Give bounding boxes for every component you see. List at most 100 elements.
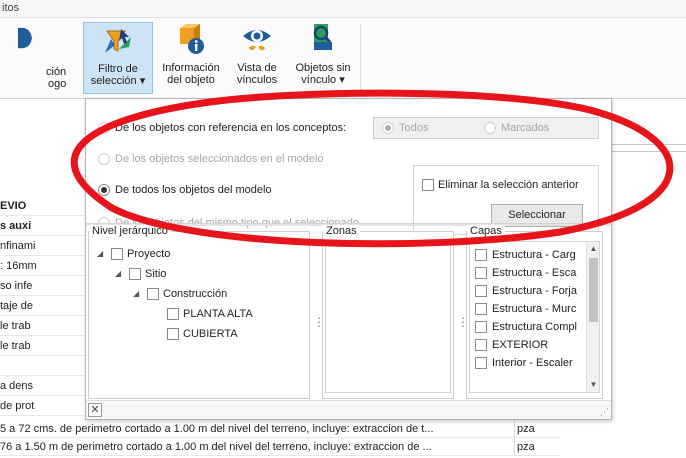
capas-panel: Capas Estructura - Carg Estructura - Esc… bbox=[466, 225, 603, 399]
eliminar-label: Eliminar la selección anterior bbox=[438, 179, 579, 191]
capas-list[interactable]: Estructura - Carg Estructura - Esca Estr… bbox=[469, 241, 600, 393]
referencia-segment: Todos Marcados bbox=[373, 117, 599, 139]
vista-vinculos-button[interactable]: Vista de vínculos bbox=[230, 22, 284, 94]
scroll-thumb[interactable] bbox=[589, 258, 598, 322]
option-referencia-conceptos[interactable]: De los objetos con referencia en los con… bbox=[98, 122, 346, 134]
list-item[interactable]: de prot bbox=[0, 396, 86, 416]
list-item[interactable]: taje de bbox=[0, 296, 86, 316]
option-todos-objetos[interactable]: De todos los objetos del modelo bbox=[98, 184, 272, 196]
checkbox[interactable] bbox=[129, 268, 141, 280]
ribbon: ción ogo Filtro de selección ▾ Informaci… bbox=[0, 18, 686, 99]
objetos-label2: vínculo ▾ bbox=[301, 74, 345, 86]
eliminar-check-box[interactable] bbox=[422, 179, 434, 191]
resize-grip-icon[interactable]: ⋰ bbox=[600, 407, 609, 418]
capa-label: Estructura - Carg bbox=[492, 249, 576, 261]
option-seleccionados-modelo[interactable]: De los objetos seleccionados en el model… bbox=[98, 153, 324, 165]
background-right-grid bbox=[612, 140, 686, 400]
vista-label2: vínculos bbox=[236, 74, 278, 86]
window-title: itos bbox=[2, 2, 20, 14]
checkbox[interactable] bbox=[167, 308, 179, 320]
eliminar-checkbox[interactable]: Eliminar la selección anterior bbox=[422, 179, 579, 191]
list-item[interactable]: s auxi bbox=[0, 216, 86, 236]
tree-label: Proyecto bbox=[127, 248, 171, 260]
capa-item[interactable]: Estructura - Esca bbox=[475, 264, 595, 282]
radio-marcados[interactable] bbox=[484, 122, 496, 134]
tree-item-sitio[interactable]: ◢ Sitio bbox=[115, 268, 166, 280]
capa-label: Interior - Escaler bbox=[492, 357, 573, 369]
capa-item[interactable]: Estructura - Carg bbox=[475, 246, 595, 264]
checkbox[interactable] bbox=[167, 328, 179, 340]
option-todos-label: De todos los objetos del modelo bbox=[115, 184, 272, 196]
checkbox[interactable] bbox=[475, 285, 487, 297]
list-item[interactable] bbox=[0, 356, 86, 376]
table-row[interactable]: 5 a 72 cms. de perimetro cortado a 1.00 … bbox=[0, 420, 560, 438]
ribbon-left-button[interactable]: ción ogo bbox=[0, 22, 70, 94]
radio-todos[interactable] bbox=[382, 122, 394, 134]
window-title-strip: itos bbox=[0, 0, 686, 18]
table-row[interactable]: 76 a 1.50 m de perimetro cortado a 1.00 … bbox=[0, 438, 560, 456]
informacion-label1: Información bbox=[162, 62, 220, 74]
informacion-label2: del objeto bbox=[167, 74, 215, 86]
list-item[interactable]: a dens bbox=[0, 376, 86, 396]
zonas-list[interactable] bbox=[325, 241, 451, 393]
expand-icon[interactable]: ◢ bbox=[115, 269, 125, 279]
zonas-title: Zonas bbox=[323, 225, 360, 237]
checkbox[interactable] bbox=[475, 357, 487, 369]
tree-label: CUBIERTA bbox=[183, 328, 238, 340]
radio-referencia[interactable] bbox=[98, 122, 110, 134]
expand-icon[interactable]: ◢ bbox=[133, 289, 143, 299]
filtro-label2: selección ▾ bbox=[90, 75, 146, 87]
scroll-up-icon[interactable]: ▲ bbox=[587, 242, 599, 256]
list-item[interactable]: le trab bbox=[0, 316, 86, 336]
selection-filter-popup: De los objetos con referencia en los con… bbox=[85, 98, 612, 420]
list-item[interactable]: EVIO bbox=[0, 196, 86, 216]
capa-item[interactable]: Interior - Escaler bbox=[475, 354, 595, 372]
radio-todos-objetos[interactable] bbox=[98, 184, 110, 196]
objetos-label1: Objetos sin bbox=[295, 62, 351, 74]
tree-item-cubierta[interactable]: CUBIERTA bbox=[167, 328, 238, 340]
checkbox[interactable] bbox=[147, 288, 159, 300]
checkbox[interactable] bbox=[475, 303, 487, 315]
expand-icon[interactable]: ◢ bbox=[97, 249, 107, 259]
ribbon-separator bbox=[360, 24, 361, 90]
zonas-panel: Zonas bbox=[322, 225, 454, 399]
segment-todos-label: Todos bbox=[399, 122, 429, 134]
tree-item-proyecto[interactable]: ◢ Proyecto bbox=[97, 248, 170, 260]
row-unit: pza bbox=[514, 438, 560, 455]
capas-scrollbar[interactable]: ▲ ▼ bbox=[586, 242, 599, 392]
capa-item[interactable]: EXTERIOR bbox=[475, 336, 595, 354]
segment-todos[interactable]: Todos bbox=[382, 122, 428, 134]
objetos-sin-vinculo-button[interactable]: Objetos sin vínculo ▾ bbox=[288, 22, 358, 94]
tree-item-construccion[interactable]: ◢ Construcción bbox=[133, 288, 227, 300]
capa-item[interactable]: Estructura Compl bbox=[475, 318, 595, 336]
tree-label: Sitio bbox=[145, 268, 167, 280]
ribbon-left-label1: ción bbox=[46, 66, 67, 78]
capas-title: Capas bbox=[467, 225, 505, 237]
capa-item[interactable]: Estructura - Forja bbox=[475, 282, 595, 300]
checkbox[interactable] bbox=[475, 249, 487, 261]
list-item[interactable]: : 16mm bbox=[0, 256, 86, 276]
checkbox[interactable] bbox=[111, 248, 123, 260]
filtro-seleccion-button[interactable]: Filtro de selección ▾ bbox=[83, 22, 153, 94]
informacion-objeto-button[interactable]: Información del objeto bbox=[158, 22, 224, 94]
checkbox[interactable] bbox=[475, 267, 487, 279]
capa-label: Estructura - Esca bbox=[492, 267, 577, 279]
radio-seleccionados[interactable] bbox=[98, 153, 110, 165]
partial-icon bbox=[18, 22, 52, 56]
tree-item-planta-alta[interactable]: PLANTA ALTA bbox=[167, 308, 253, 320]
list-item[interactable]: nfinami bbox=[0, 236, 86, 256]
ribbon-left-label2: ogo bbox=[48, 78, 67, 90]
capa-item[interactable]: Estructura - Murc bbox=[475, 300, 595, 318]
segment-marcados[interactable]: Marcados bbox=[484, 122, 549, 134]
tree-label: Construcción bbox=[163, 288, 228, 300]
option-seleccionados-label: De los objetos seleccionados en el model… bbox=[115, 153, 324, 165]
close-icon[interactable]: ✕ bbox=[88, 403, 102, 417]
checkbox[interactable] bbox=[475, 321, 487, 333]
checkbox[interactable] bbox=[475, 339, 487, 351]
list-item[interactable]: le trab bbox=[0, 336, 86, 356]
scroll-down-icon[interactable]: ▼ bbox=[587, 378, 599, 392]
row-description: 5 a 72 cms. de perimetro cortado a 1.00 … bbox=[0, 423, 434, 435]
list-item[interactable]: so infe bbox=[0, 276, 86, 296]
eye-link-icon bbox=[240, 22, 274, 56]
filter-selection-icon bbox=[101, 23, 135, 57]
